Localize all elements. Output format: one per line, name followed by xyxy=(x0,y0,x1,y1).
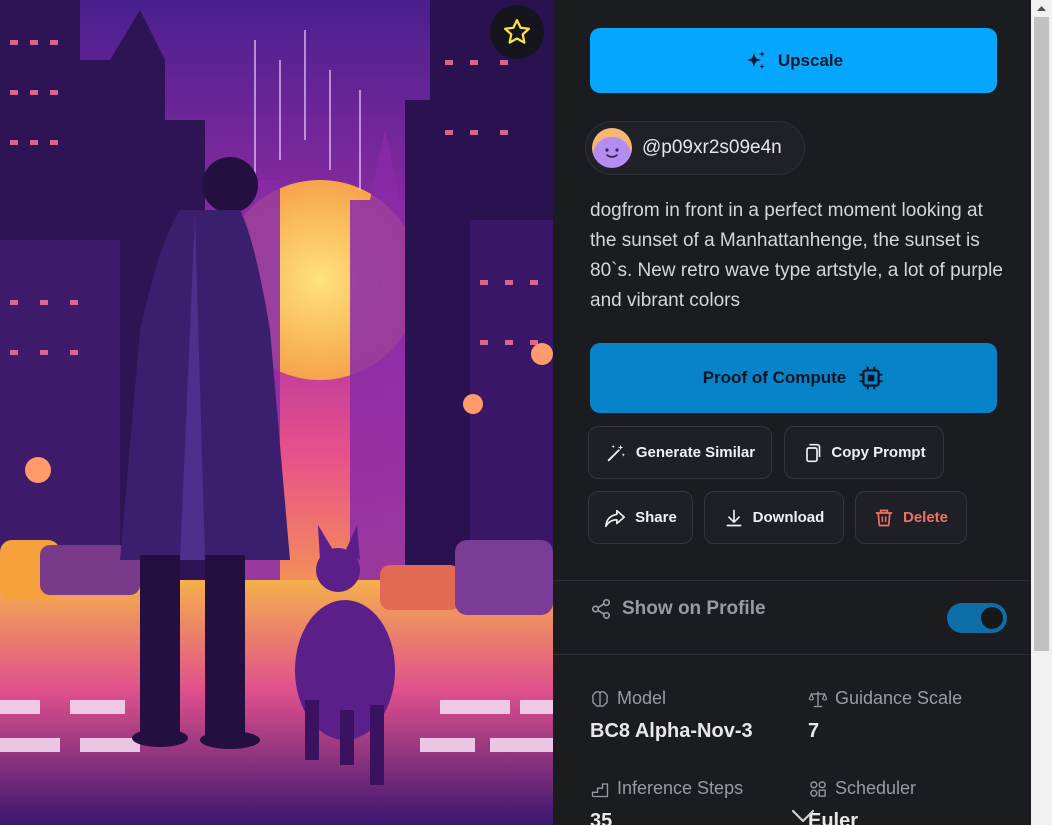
guidance-value: 7 xyxy=(808,720,820,742)
guidance-label-row: Guidance Scale xyxy=(808,688,962,709)
avatar xyxy=(592,128,632,168)
show-on-profile-toggle[interactable] xyxy=(947,603,1007,633)
username: @p09xr2s09e4n xyxy=(642,137,782,158)
download-icon xyxy=(726,509,742,526)
proof-of-compute-button[interactable]: Proof of Compute xyxy=(590,343,997,413)
generate-similar-label: Generate Similar xyxy=(635,444,756,461)
upscale-label: Upscale xyxy=(777,50,844,70)
prompt-text: dogfrom in front in a perfect moment loo… xyxy=(590,200,1003,311)
steps-label-row: Inference Steps xyxy=(590,778,743,799)
scheduler-label-row: Scheduler xyxy=(808,778,916,799)
artwork-illustration xyxy=(0,0,553,825)
generate-similar-button[interactable]: Generate Similar xyxy=(588,426,772,479)
share-icon xyxy=(605,509,626,527)
generated-image[interactable] xyxy=(0,0,553,825)
guidance-label: Guidance Scale xyxy=(835,688,963,708)
show-on-profile-row: Show on Profile xyxy=(590,598,766,620)
scheduler-icon xyxy=(810,780,826,797)
model-label-row: Model xyxy=(590,688,666,709)
user-chip[interactable]: @p09xr2s09e4n xyxy=(585,121,805,175)
show-on-profile-label: Show on Profile xyxy=(622,598,766,619)
share-label: Share xyxy=(635,509,677,526)
download-button[interactable]: Download xyxy=(704,491,844,544)
delete-button[interactable]: Delete xyxy=(855,491,967,544)
chevron-down-icon[interactable] xyxy=(791,808,815,824)
sparkles-icon xyxy=(746,50,765,69)
details-panel: Upscale @p09xr2s09e4n dogfrom in front i… xyxy=(553,0,1031,825)
favorite-button[interactable] xyxy=(490,5,544,59)
scrollbar[interactable] xyxy=(1031,0,1052,825)
share-button[interactable]: Share xyxy=(588,491,693,544)
brain-icon xyxy=(592,690,608,707)
scheduler-label: Scheduler xyxy=(835,778,917,798)
chip-icon xyxy=(859,366,883,390)
copy-prompt-button[interactable]: Copy Prompt xyxy=(784,426,944,479)
star-icon xyxy=(504,19,530,44)
model-label: Model xyxy=(617,688,667,708)
toggle-knob xyxy=(981,607,1003,629)
magic-wand-icon xyxy=(607,444,626,461)
model-value: BC8 Alpha-Nov-3 xyxy=(590,720,753,742)
divider xyxy=(553,654,1031,655)
app-root: Upscale @p09xr2s09e4n dogfrom in front i… xyxy=(0,0,1052,825)
steps-icon xyxy=(591,782,609,797)
copy-prompt-label: Copy Prompt xyxy=(831,444,926,461)
scheduler-value: Euler xyxy=(808,810,859,825)
upscale-button[interactable]: Upscale xyxy=(590,28,997,93)
delete-label: Delete xyxy=(902,509,949,526)
proof-of-compute-label: Proof of Compute xyxy=(702,368,847,387)
steps-value: 35 xyxy=(590,810,613,825)
scrollbar-thumb[interactable] xyxy=(1034,17,1049,651)
copy-icon xyxy=(806,443,821,462)
scroll-up-arrow-icon[interactable] xyxy=(1031,0,1052,17)
divider xyxy=(553,580,1031,581)
scale-icon xyxy=(808,691,828,707)
avatar-face-icon xyxy=(605,148,619,158)
download-label: Download xyxy=(752,509,825,526)
share-nodes-icon xyxy=(591,599,611,619)
trash-icon xyxy=(875,509,893,526)
steps-label: Inference Steps xyxy=(617,778,744,798)
